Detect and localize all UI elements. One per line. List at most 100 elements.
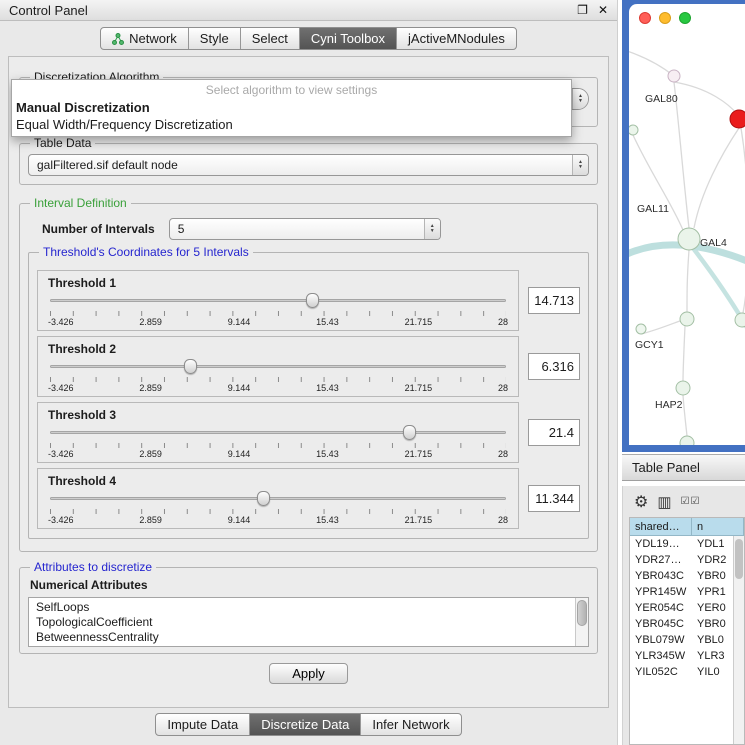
combobox-stepper-icon[interactable]: ▲▼	[572, 89, 588, 109]
columns-icon[interactable]: ▥	[657, 493, 671, 511]
network-node[interactable]	[629, 125, 638, 135]
select-columns-icons[interactable]: ☑☑	[681, 496, 701, 507]
threshold-value-field[interactable]: 14.713	[528, 287, 580, 314]
tab-network[interactable]: Network	[101, 28, 189, 49]
dropdown-prompt: Select algorithm to view settings	[12, 80, 571, 99]
table-scrollbar[interactable]	[733, 536, 744, 744]
numerical-attributes-list[interactable]: SelfLoopsTopologicalCoefficientBetweenne…	[28, 597, 589, 647]
interval-definition-group: Interval Definition Number of Intervals …	[19, 203, 598, 552]
table-row[interactable]: YIL052CYIL0	[630, 664, 744, 680]
tab-infer-network[interactable]: Infer Network	[361, 714, 460, 735]
threshold-value-field[interactable]: 21.4	[528, 419, 580, 446]
table-cell[interactable]: YLR345W	[630, 650, 692, 662]
slider-thumb[interactable]	[403, 425, 416, 440]
dropdown-option-manual-discretization[interactable]: Manual Discretization	[12, 99, 571, 116]
network-canvas[interactable]: GAL80GAL11GAL4GCY1HAP2	[629, 30, 745, 445]
list-scrollbar[interactable]	[575, 598, 588, 646]
tab-label: Infer Network	[372, 717, 449, 732]
threshold-value-field[interactable]: 6.316	[528, 353, 580, 380]
network-node[interactable]	[735, 313, 745, 327]
table-cell[interactable]: YBR045C	[630, 618, 692, 630]
network-node[interactable]	[676, 381, 690, 395]
threshold-slider[interactable]	[50, 425, 506, 441]
tab-label: Style	[200, 31, 229, 46]
table-cell[interactable]: YDR27…	[630, 554, 692, 566]
network-node[interactable]	[636, 324, 646, 334]
list-scrollbar-thumb[interactable]	[577, 600, 587, 626]
threshold-label: Threshold 2	[48, 342, 508, 356]
table-panel-header[interactable]: Table Panel	[622, 454, 745, 481]
close-light-icon[interactable]	[639, 12, 651, 24]
scale-label: 21.715	[405, 449, 433, 459]
zoom-light-icon[interactable]	[679, 12, 691, 24]
slider-track[interactable]	[50, 497, 506, 500]
slider-track[interactable]	[50, 299, 506, 302]
table-row[interactable]: YBL079WYBL0	[630, 632, 744, 648]
table-scrollbar-thumb[interactable]	[735, 539, 743, 579]
group-title: Table Data	[30, 136, 95, 150]
table-row[interactable]: YDL19…YDL1	[630, 536, 744, 552]
slider-thumb[interactable]	[257, 491, 270, 506]
slider-scale-labels: -3.4262.8599.14415.4321.71528	[48, 449, 508, 459]
threshold-slider[interactable]	[50, 491, 506, 507]
attribute-list-item[interactable]: TopologicalCoefficient	[36, 615, 572, 630]
table-row[interactable]: YBR045CYBR0	[630, 616, 744, 632]
table-cell[interactable]: YER054C	[630, 602, 692, 614]
node-table[interactable]: shared… n YDL19…YDL1YDR27…YDR2YBR043CYBR…	[629, 517, 745, 745]
table-cell[interactable]: YBL079W	[630, 634, 692, 646]
number-of-intervals-combobox[interactable]: 5 ▲▼	[169, 218, 441, 240]
threshold-value-field[interactable]: 11.344	[528, 485, 580, 512]
column-header-name[interactable]: n	[692, 518, 744, 536]
column-header-shared-name[interactable]: shared…	[630, 518, 692, 536]
tab-select[interactable]: Select	[241, 28, 300, 49]
tab-label: Discretize Data	[261, 717, 349, 732]
threshold-slider[interactable]	[50, 359, 506, 375]
apply-button[interactable]: Apply	[269, 663, 348, 684]
scale-label: 9.144	[228, 383, 251, 393]
tab-label: Impute Data	[167, 717, 238, 732]
table-row[interactable]: YDR27…YDR2	[630, 552, 744, 568]
table-cell[interactable]: YDL19…	[630, 538, 692, 550]
table-row[interactable]: YLR345WYLR3	[630, 648, 744, 664]
slider-track[interactable]	[50, 431, 506, 434]
network-node[interactable]	[730, 110, 745, 128]
close-window-icon[interactable]: ✕	[598, 3, 608, 17]
combobox-stepper-icon[interactable]: ▲▼	[572, 155, 588, 175]
scale-label: 15.43	[316, 317, 339, 327]
gear-icon[interactable]: ⚙	[634, 492, 648, 512]
group-title: Attributes to discretize	[30, 560, 156, 574]
minimize-light-icon[interactable]	[659, 12, 671, 24]
table-row[interactable]: YBR043CYBR0	[630, 568, 744, 584]
network-node[interactable]	[680, 312, 694, 326]
table-cell[interactable]: YPR145W	[630, 586, 692, 598]
network-node[interactable]	[678, 228, 700, 250]
slider-thumb[interactable]	[184, 359, 197, 374]
network-node[interactable]	[668, 70, 680, 82]
tab-impute-data[interactable]: Impute Data	[156, 714, 250, 735]
tab-jactivemnodules[interactable]: jActiveMNodules	[397, 28, 516, 49]
table-cell[interactable]: YIL052C	[630, 666, 692, 678]
threshold-slider[interactable]	[50, 293, 506, 309]
screen: Control Panel ❐ ✕ Network Sty	[0, 0, 745, 745]
control-panel-titlebar[interactable]: Control Panel ❐ ✕	[0, 0, 617, 21]
network-node[interactable]	[680, 436, 694, 445]
panel-tabbar: Network Style Select Cyni Toolbox jActiv…	[100, 27, 517, 50]
network-view-frame: GAL80GAL11GAL4GCY1HAP2	[622, 0, 745, 452]
attribute-list-item[interactable]: BetweennessCentrality	[36, 630, 572, 645]
slider-track[interactable]	[50, 365, 506, 368]
float-window-icon[interactable]: ❐	[577, 3, 588, 17]
table-cell[interactable]: YBR043C	[630, 570, 692, 582]
network-view-window[interactable]: GAL80GAL11GAL4GCY1HAP2	[629, 4, 745, 445]
tab-style[interactable]: Style	[189, 28, 241, 49]
tab-discretize-data[interactable]: Discretize Data	[250, 714, 361, 735]
table-row[interactable]: YPR145WYPR1	[630, 584, 744, 600]
dropdown-option-equal-width-frequency[interactable]: Equal Width/Frequency Discretization	[12, 116, 571, 133]
table-row[interactable]: YER054CYER0	[630, 600, 744, 616]
slider-thumb[interactable]	[306, 293, 319, 308]
combobox-stepper-icon[interactable]: ▲▼	[424, 219, 440, 239]
table-data-combobox[interactable]: galFiltered.sif default node ▲▼	[28, 154, 589, 176]
scale-label: 2.859	[139, 515, 162, 525]
tab-cyni-toolbox[interactable]: Cyni Toolbox	[300, 28, 397, 49]
scale-label: -3.426	[48, 515, 74, 525]
attribute-list-item[interactable]: SelfLoops	[36, 600, 572, 615]
